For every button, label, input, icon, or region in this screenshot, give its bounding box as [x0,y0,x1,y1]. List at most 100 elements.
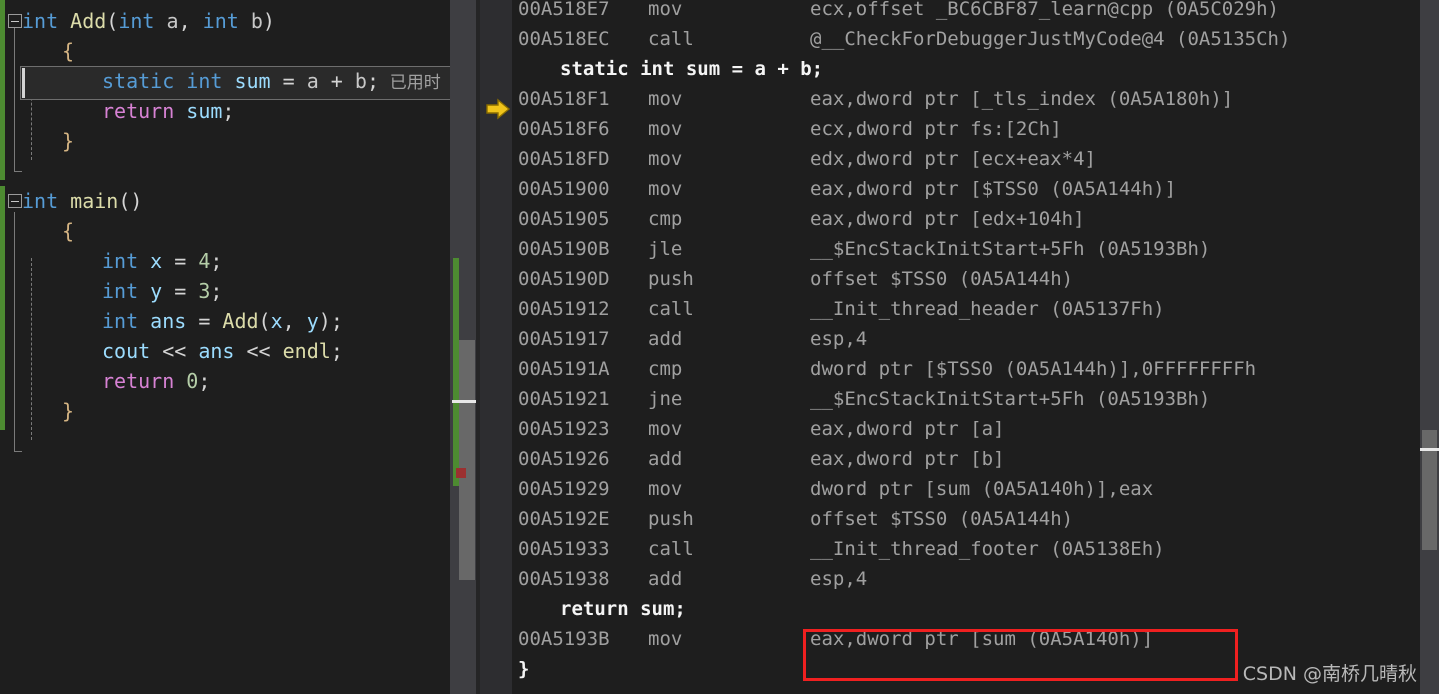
instruction-address: 00A5190B [518,238,610,260]
disassembly-instruction-row[interactable]: 00A518E7 mov ecx,offset _BC6CBF87_learn@cp… [480,0,1420,24]
code-line-text: int x = 4; [102,249,223,273]
disassembly-instruction-row[interactable]: 00A5191A cmp dword ptr [$TSS0 (0A5A144h)],… [480,354,1420,384]
instruction-mnemonic: call [648,538,694,560]
disassembly-pane[interactable]: 00A518E7 mov ecx,offset _BC6CBF87_learn@cp… [480,0,1420,694]
disassembly-vertical-scrollbar[interactable] [1420,0,1439,694]
instruction-operands: __$EncStackInitStart+5Fh (0A5193Bh) [810,238,1211,260]
disassembly-instruction-row[interactable]: 00A51912 call __Init_thread_header (0A5137… [480,294,1420,324]
code-line[interactable]: } [0,396,450,426]
disassembly-instruction-row[interactable]: 00A51933 call __Init_thread_footer (0A5138… [480,534,1420,564]
disassembly-source-row[interactable]: static int sum = a + b; [480,54,1420,84]
instruction-mnemonic: jne [648,388,683,410]
code-line[interactable]: return 0; [0,366,450,396]
instruction-operands: dword ptr [sum (0A5A140h)],eax [810,478,1154,500]
instruction-mnemonic: cmp [648,208,683,230]
code-line-text: static int sum = a + b; 已用时 [102,69,441,93]
code-line[interactable]: static int sum = a + b; 已用时 [0,66,450,96]
code-line[interactable]: int x = 4; [0,246,450,276]
instruction-operands: esp,4 [810,328,868,350]
instruction-operands: eax,dword ptr [sum (0A5A140h)] [810,628,1154,650]
instruction-mnemonic: jle [648,238,683,260]
disassembly-scrollbar-caret [1420,448,1439,451]
source-brace-text: } [518,658,530,680]
watermark-label: CSDN @南桥几晴秋 [1242,663,1417,685]
code-line[interactable]: { [0,36,450,66]
code-line[interactable]: int y = 3; [0,276,450,306]
source-line-text: static int sum = a + b; [560,58,824,80]
instruction-operands: @__CheckForDebuggerJustMyCode@4 (0A5135C… [810,28,1291,50]
instruction-mnemonic: mov [648,478,683,500]
instruction-mnemonic: push [648,508,694,530]
code-line-text: return sum; [102,99,235,123]
instruction-mnemonic: mov [648,118,683,140]
debugger-screen: int Add(int a, int b) { static int sum = a… [0,0,1439,694]
instruction-address: 00A51929 [518,478,610,500]
scrollbar-caret-marker [452,400,476,403]
instruction-operands: eax,dword ptr [_tls_index (0A5A180h)] [810,88,1234,110]
execution-arrow-icon [486,98,511,120]
source-code-lines[interactable]: int Add(int a, int b) { static int sum = a… [0,0,450,694]
instruction-address: 00A518F6 [518,118,610,140]
instruction-address: 00A518F1 [518,88,610,110]
code-line[interactable]: { [0,216,450,246]
instruction-operands: offset $TSS0 (0A5A144h) [810,508,1074,530]
instruction-address: 00A518EC [518,28,610,50]
code-line[interactable]: int main() [0,186,450,216]
code-line-text: int ans = Add(x, y); [102,309,343,333]
scrollbar-thumb[interactable] [459,340,475,580]
source-editor-pane[interactable]: int Add(int a, int b) { static int sum = a… [0,0,450,694]
fold-collapse-icon[interactable] [8,14,22,28]
instruction-mnemonic: mov [648,88,683,110]
disassembly-instruction-row[interactable]: 00A5193B mov eax,dword ptr [sum (0A5A140h)… [480,624,1420,654]
disassembly-instruction-row[interactable]: 00A51923 mov eax,dword ptr [a] [480,414,1420,444]
instruction-operands: __Init_thread_footer (0A5138Eh) [810,538,1165,560]
instruction-mnemonic: call [648,28,694,50]
disassembly-instruction-row[interactable]: 00A5192E push offset $TSS0 (0A5A144h) [480,504,1420,534]
code-line-text: int y = 3; [102,279,223,303]
instruction-operands: eax,dword ptr [edx+104h] [810,208,1085,230]
disassembly-instruction-row[interactable]: 00A518F6 mov ecx,dword ptr fs:[2Ch] [480,114,1420,144]
disassembly-source-row[interactable]: return sum; [480,594,1420,624]
instruction-address: 00A518E7 [518,0,610,20]
fold-collapse-icon[interactable] [8,194,22,208]
instruction-address: 00A51923 [518,418,610,440]
code-line[interactable]: int ans = Add(x, y); [0,306,450,336]
disassembly-instruction-row[interactable]: 00A51929 mov dword ptr [sum (0A5A140h)],ea… [480,474,1420,504]
disassembly-instruction-row[interactable]: 00A518F1 mov eax,dword ptr [_tls_index (0A… [480,84,1420,114]
code-line[interactable]: return sum; [0,96,450,126]
disassembly-instruction-row[interactable]: 00A518FD mov edx,dword ptr [ecx+eax*4] [480,144,1420,174]
code-line[interactable]: } [0,126,450,156]
instruction-address: 00A5193B [518,628,610,650]
disassembly-instruction-row[interactable]: 00A51900 mov eax,dword ptr [$TSS0 (0A5A144… [480,174,1420,204]
disassembly-instruction-row[interactable]: 00A51926 add eax,dword ptr [b] [480,444,1420,474]
instruction-mnemonic: mov [648,0,683,20]
instruction-operands: eax,dword ptr [b] [810,448,1005,470]
code-line[interactable] [0,156,450,186]
scrollbar-error-marker[interactable] [456,468,466,478]
instruction-address: 00A51900 [518,178,610,200]
instruction-address: 00A51912 [518,298,610,320]
instruction-operands: edx,dword ptr [ecx+eax*4] [810,148,1096,170]
instruction-address: 00A51905 [518,208,610,230]
instruction-address: 00A5192E [518,508,610,530]
code-line[interactable]: cout << ans << endl; [0,336,450,366]
disassembly-instruction-row[interactable]: 00A51938 add esp,4 [480,564,1420,594]
instruction-address: 00A51933 [518,538,610,560]
disassembly-instruction-row[interactable]: 00A518EC call @__CheckForDebuggerJustMyCod… [480,24,1420,54]
disassembly-instruction-row[interactable]: 00A5190D push offset $TSS0 (0A5A144h) [480,264,1420,294]
disassembly-instruction-row[interactable]: 00A51905 cmp eax,dword ptr [edx+104h] [480,204,1420,234]
instruction-mnemonic: add [648,328,683,350]
instruction-operands: offset $TSS0 (0A5A144h) [810,268,1074,290]
disassembly-instruction-row[interactable]: 00A51917 add esp,4 [480,324,1420,354]
disassembly-instruction-row[interactable]: 00A5190B jle __$EncStackInitStart+5Fh (0A5… [480,234,1420,264]
instruction-mnemonic: add [648,448,683,470]
code-line-text: int Add(int a, int b) [22,9,275,33]
instruction-mnemonic: call [648,298,694,320]
instruction-operands: dword ptr [$TSS0 (0A5A144h)],0FFFFFFFFh [810,358,1257,380]
code-line[interactable]: int Add(int a, int b) [0,6,450,36]
code-line-text: } [62,129,75,153]
disassembly-instruction-row[interactable]: 00A51921 jne __$EncStackInitStart+5Fh (0A5… [480,384,1420,414]
instruction-operands: __Init_thread_header (0A5137Fh) [810,298,1165,320]
code-line-text: { [62,39,75,63]
codelens-elapsed-time[interactable]: 已用时 [379,73,441,93]
